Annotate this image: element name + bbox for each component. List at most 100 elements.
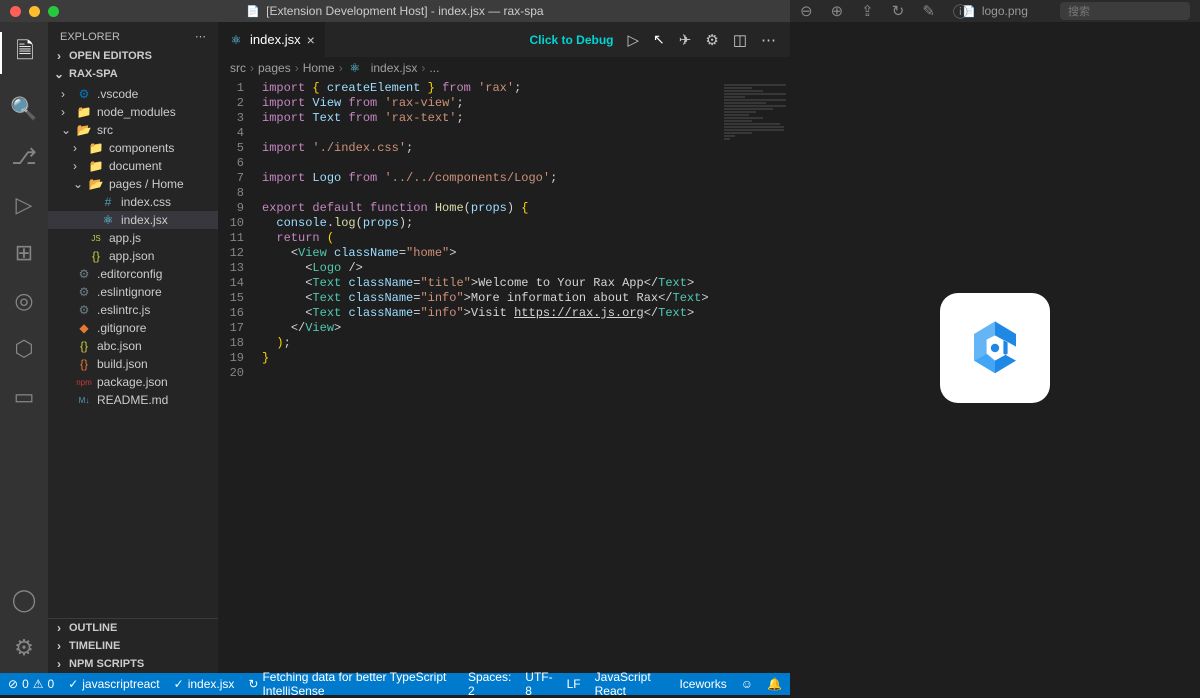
settings-icon[interactable]: ⚙ xyxy=(14,635,34,661)
tree-item--gitignore[interactable]: ◆.gitignore xyxy=(48,319,218,337)
tree-item-pages-home[interactable]: ⌄📂pages / Home xyxy=(48,175,218,193)
image-preview xyxy=(790,22,1200,673)
minimap[interactable] xyxy=(720,83,790,153)
tree-item-readme-md[interactable]: M↓ README.md xyxy=(48,391,218,409)
search-input[interactable]: 搜索 xyxy=(1060,2,1190,20)
project-section[interactable]: ⌄RAX-SPA xyxy=(48,65,218,83)
tree-item-components[interactable]: ›📁components xyxy=(48,139,218,157)
status-file[interactable]: ✓ index.jsx xyxy=(174,677,235,691)
js-icon: JS xyxy=(88,230,104,246)
npm-scripts-section[interactable]: ›NPM SCRIPTS xyxy=(48,655,218,673)
zoom-in-icon[interactable]: ⊕ xyxy=(831,2,844,20)
tree-item-label: components xyxy=(109,141,174,155)
breadcrumb-segment[interactable]: src xyxy=(230,61,246,75)
gear-icon[interactable]: ⚙ xyxy=(705,31,718,49)
tree-item-label: README.md xyxy=(97,393,168,407)
tab-bar: ⚛ index.jsx × Click to Debug ▷ ↖ ✈ ⚙ ◫ ⋯ xyxy=(218,22,790,57)
remote-icon[interactable]: ◎ xyxy=(14,288,33,314)
debug-icon[interactable]: ▷ xyxy=(16,192,33,218)
open-editors-section[interactable]: ›OPEN EDITORS xyxy=(48,47,218,65)
tree-item-index-css[interactable]: #index.css xyxy=(48,193,218,211)
tree-item-label: index.jsx xyxy=(121,213,168,227)
css-icon: # xyxy=(100,194,116,210)
share-icon[interactable]: ⇪ xyxy=(861,2,874,20)
debug-hint: Click to Debug xyxy=(529,33,613,47)
cursor-pointer-icon: ↖ xyxy=(653,31,665,48)
breadcrumb-segment[interactable]: Home xyxy=(303,61,335,75)
tree-item-abc-json[interactable]: {}abc.json xyxy=(48,337,218,355)
tree-item--eslintignore[interactable]: ⚙.eslintignore xyxy=(48,283,218,301)
breadcrumb-segment[interactable]: pages xyxy=(258,61,291,75)
folder-open-icon: 📂 xyxy=(88,176,104,192)
info-icon[interactable]: ⓘ xyxy=(953,1,968,22)
timeline-section[interactable]: ›TIMELINE xyxy=(48,637,218,655)
window-controls[interactable] xyxy=(0,6,59,17)
tree-item-label: src xyxy=(97,123,113,137)
split-icon[interactable]: ◫ xyxy=(733,31,747,49)
status-language[interactable]: JavaScript React xyxy=(595,670,666,698)
breadcrumb-segment[interactable]: ... xyxy=(429,61,439,75)
more-icon[interactable]: ⋯ xyxy=(195,30,206,43)
rax-logo-icon xyxy=(960,313,1030,383)
send-icon[interactable]: ✈ xyxy=(679,31,692,49)
git-icon: ◆ xyxy=(76,320,92,336)
tree-item--editorconfig[interactable]: ⚙.editorconfig xyxy=(48,265,218,283)
status-iceworks[interactable]: Iceworks xyxy=(679,677,726,691)
react-icon: ⚛ xyxy=(228,32,244,48)
status-lang-mode[interactable]: ✓ javascriptreact xyxy=(68,677,159,691)
tree-item-label: app.json xyxy=(109,249,154,263)
outline-section[interactable]: ›OUTLINE xyxy=(48,619,218,637)
tree-item-src[interactable]: ⌄📂src xyxy=(48,121,218,139)
folder-icon: 📁 xyxy=(88,158,104,174)
tree-item-label: .vscode xyxy=(97,87,138,101)
tree-item-app-js[interactable]: JSapp.js xyxy=(48,229,218,247)
tree-item-node-modules[interactable]: ›📁node_modules xyxy=(48,103,218,121)
tree-item-label: document xyxy=(109,159,162,173)
tree-item-build-json[interactable]: {}build.json xyxy=(48,355,218,373)
tab-index-jsx[interactable]: ⚛ index.jsx × xyxy=(218,22,326,57)
explorer-icon[interactable]: 🗎 xyxy=(0,32,48,74)
iceworks-icon[interactable]: ⬡ xyxy=(14,336,33,362)
status-bar: ⊘ 0 ⚠ 0 ✓ javascriptreact ✓ index.jsx ↻ … xyxy=(0,673,790,695)
folder-icon: 📁 xyxy=(76,104,92,120)
source-control-icon[interactable]: ⎇ xyxy=(11,144,36,170)
status-spaces[interactable]: Spaces: 2 xyxy=(468,670,511,698)
tree-item--eslintrc-js[interactable]: ⚙.eslintrc.js xyxy=(48,301,218,319)
config-icon: ⚙ xyxy=(76,302,92,318)
search-icon[interactable]: 🔍 xyxy=(10,96,37,122)
tree-item--vscode[interactable]: ›⚙.vscode xyxy=(48,85,218,103)
status-errors[interactable]: ⊘ 0 ⚠ 0 xyxy=(8,677,54,691)
json-icon: {} xyxy=(76,338,92,354)
folder-icon: 📁 xyxy=(88,140,104,156)
vscode-titlebar: 📄[Extension Development Host] - index.js… xyxy=(0,0,790,22)
close-icon[interactable]: × xyxy=(307,32,315,48)
file-tree: ›⚙.vscode›📁node_modules⌄📂src›📁components… xyxy=(48,83,218,411)
status-bell-icon[interactable]: 🔔 xyxy=(767,677,782,691)
md-icon: M↓ xyxy=(76,392,92,408)
zoom-out-icon[interactable]: ⊖ xyxy=(800,2,813,20)
status-feedback-icon[interactable]: ☺ xyxy=(741,677,753,691)
account-icon[interactable]: ◯ xyxy=(12,587,37,613)
tree-item-app-json[interactable]: {} app.json xyxy=(48,247,218,265)
status-eol[interactable]: LF xyxy=(567,677,581,691)
status-encoding[interactable]: UTF-8 xyxy=(525,670,552,698)
rotate-icon[interactable]: ↻ xyxy=(892,2,905,20)
edit-icon[interactable]: ✎ xyxy=(922,2,935,20)
status-ts[interactable]: ↻ Fetching data for better TypeScript In… xyxy=(248,670,454,698)
tree-item-document[interactable]: ›📁document xyxy=(48,157,218,175)
activity-bar: 🗎 🔍 ⎇ ▷ ⊞ ◎ ⬡ ▭ ◯ ⚙ xyxy=(0,22,48,673)
tree-item-label: node_modules xyxy=(97,105,176,119)
tree-item-label: .eslintignore xyxy=(97,285,162,299)
tree-item-package-json[interactable]: npmpackage.json xyxy=(48,373,218,391)
run-icon[interactable]: ▷ xyxy=(628,31,640,49)
json-icon: {} xyxy=(88,248,104,264)
panel-icon[interactable]: ▭ xyxy=(14,384,35,410)
react-icon: ⚛ xyxy=(347,60,363,76)
tree-item-index-jsx[interactable]: ⚛index.jsx xyxy=(48,211,218,229)
breadcrumb-segment[interactable]: index.jsx xyxy=(371,61,418,75)
tree-item-label: .editorconfig xyxy=(97,267,162,281)
more-icon[interactable]: ⋯ xyxy=(761,31,776,49)
code-editor[interactable]: 1234567891011121314151617181920 import {… xyxy=(218,79,790,673)
extensions-icon[interactable]: ⊞ xyxy=(15,240,33,266)
breadcrumb[interactable]: src›pages›Home›⚛index.jsx›... xyxy=(218,57,790,79)
